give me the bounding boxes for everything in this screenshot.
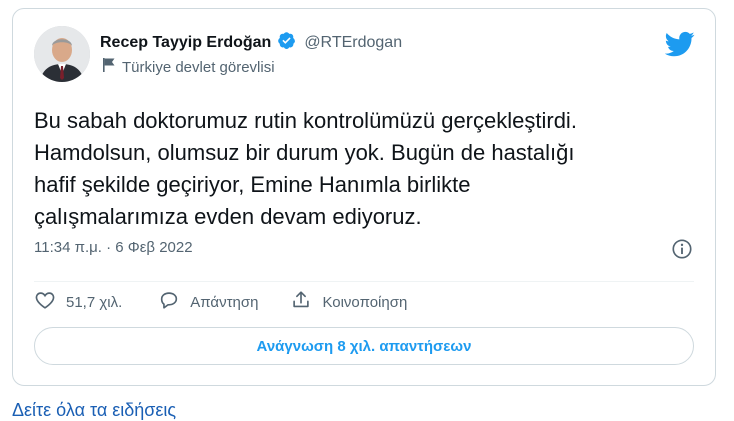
like-button[interactable]: 51,7 χιλ.: [34, 289, 122, 315]
reply-bubble-icon: [158, 289, 180, 315]
divider: [34, 281, 694, 282]
share-icon: [290, 289, 312, 315]
read-replies-button[interactable]: Ανάγνωση 8 χιλ. απαντήσεων: [34, 327, 694, 365]
avatar[interactable]: [34, 26, 90, 82]
share-label: Κοινοποίηση: [322, 293, 408, 311]
share-button[interactable]: Κοινοποίηση: [290, 289, 407, 315]
tweet-timestamp[interactable]: 11:34 π.μ. · 6 Φεβ 2022: [34, 239, 193, 256]
like-count: 51,7 χιλ.: [66, 293, 123, 311]
flag-icon: [102, 57, 116, 77]
tweet-text-line: Hamdolsun, olumsuz bir durum yok. Bugün …: [34, 140, 575, 165]
reply-button[interactable]: Απάντηση: [158, 289, 258, 315]
verified-badge-icon: [277, 31, 296, 55]
tweet-text-line: hafif şekilde geçiriyor, Emine Hanımla b…: [34, 172, 471, 197]
tweet-text-line: çalışmalarımıza evden devam ediyoruz.: [34, 204, 422, 229]
tweet-card[interactable]: Recep Tayyip Erdoğan @RTErdogan Türkiye …: [12, 8, 716, 386]
more-news-link[interactable]: Δείτε όλα τα ειδήσεις: [12, 400, 176, 421]
tweet-text: Bu sabah doktorumuz rutin kontrolümüzü g…: [34, 105, 704, 233]
avatar-image: [34, 26, 90, 82]
affiliation-label: Türkiye devlet görevlisi: [102, 57, 275, 77]
tweet-text-line: Bu sabah doktorumuz rutin kontrolümüzü g…: [34, 108, 577, 133]
author-row: Recep Tayyip Erdoğan @RTErdogan: [100, 31, 402, 55]
affiliation-text: Türkiye devlet görevlisi: [122, 58, 275, 76]
author-name[interactable]: Recep Tayyip Erdoğan: [100, 34, 271, 52]
author-handle[interactable]: @RTErdogan: [304, 34, 402, 52]
heart-icon: [34, 289, 56, 315]
tweet-actions: 51,7 χιλ. Απάντηση Κοινοποίηση: [34, 289, 407, 315]
reply-label: Απάντηση: [190, 293, 259, 311]
